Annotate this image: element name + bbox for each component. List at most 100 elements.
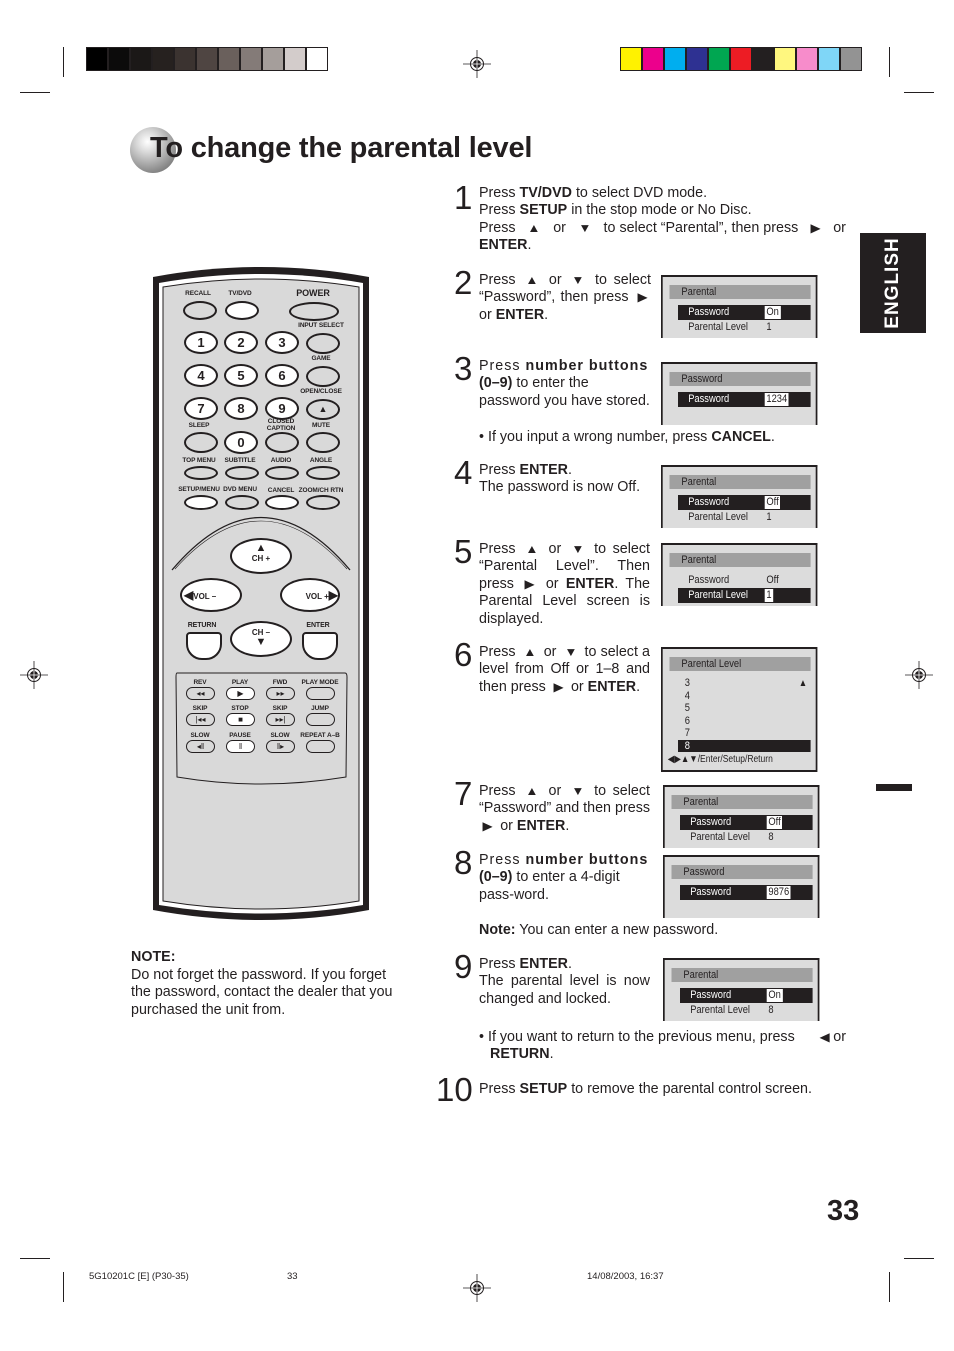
vol-minus-label: VOL – — [193, 592, 217, 601]
footer-page: 33 — [287, 1271, 298, 1282]
color-swatch — [709, 48, 729, 70]
dvd-menu-button[interactable] — [225, 495, 259, 510]
top-menu-button[interactable] — [184, 466, 218, 480]
step-number: 10 — [436, 1071, 473, 1108]
digit-5-button[interactable]: 5 — [224, 364, 258, 387]
osd-header: Parental — [669, 285, 811, 299]
osd-row-value: 1 — [766, 511, 772, 523]
fwd-button[interactable]: ▸▸ — [266, 687, 295, 700]
osd-row-value: 1234 — [764, 393, 789, 406]
osd-menu-row: Password On — [678, 305, 811, 320]
step-2-text: Press ▲ or ▼ to select “Password”, then … — [479, 272, 651, 323]
play-mode-button[interactable] — [306, 687, 335, 700]
osd-row-label: Parental Level — [688, 589, 748, 601]
digit-4-button[interactable]: 4 — [184, 364, 218, 387]
tvdvd-button[interactable] — [225, 301, 259, 320]
skip-fwd-button[interactable]: ▸▸| — [266, 713, 295, 726]
mute-button[interactable] — [306, 432, 340, 453]
osd-screen-parental: Parental Password On Parental Level 8 — [663, 958, 820, 1021]
slow-back-icon: ◂‖ — [196, 742, 205, 751]
pause-label: PAUSE — [229, 732, 251, 739]
right-arrow-icon: ▶ — [810, 220, 821, 235]
closed-caption-button[interactable] — [265, 432, 299, 453]
repeat-ab-button[interactable] — [306, 740, 335, 753]
color-swatch — [665, 48, 685, 70]
step-number: 9 — [454, 948, 473, 985]
color-swatch — [841, 48, 861, 70]
down-arrow-icon: ▼ — [563, 645, 578, 659]
enter-button[interactable] — [302, 632, 338, 660]
recall-button[interactable] — [183, 301, 217, 320]
digit-7-button[interactable]: 7 — [184, 397, 218, 420]
jump-button[interactable] — [306, 713, 335, 726]
note-heading: NOTE: — [131, 949, 176, 965]
osd-row-label: Parental Level — [690, 831, 750, 843]
angle-button[interactable] — [306, 466, 340, 480]
input-select-button[interactable] — [306, 333, 340, 354]
step-5-text: Press ▲ or ▼ to select “Parental Level”.… — [479, 541, 650, 627]
crop-mark — [20, 92, 50, 93]
zoom-ch-rtn-button[interactable] — [306, 495, 340, 510]
osd-menu-row: Password On — [680, 988, 813, 1003]
slow-back-button[interactable]: ◂‖ — [186, 740, 215, 753]
cancel-button[interactable] — [265, 495, 299, 510]
right-arrow-icon: ▶ — [524, 576, 535, 591]
setup-menu-button[interactable] — [184, 495, 218, 510]
pause-button[interactable]: ‖ — [226, 740, 255, 753]
osd-menu-row: Password 9876 — [680, 885, 813, 900]
page-title: To change the parental level — [150, 132, 533, 164]
vol-plus-button[interactable]: VOL +▶ — [280, 578, 340, 612]
game-button[interactable] — [306, 366, 340, 387]
parental-level-option: 7 — [684, 727, 691, 739]
digit-3-button[interactable]: 3 — [265, 331, 299, 354]
registration-target-icon — [905, 661, 933, 689]
crop-mark — [63, 47, 64, 77]
return-button[interactable] — [186, 632, 222, 660]
setup-menu-label: SETUP/MENU — [178, 486, 220, 493]
skip-back-button[interactable]: |◂◂ — [186, 713, 215, 726]
rev-button[interactable]: ◂◂ — [186, 687, 215, 700]
game-label: GAME — [311, 355, 331, 362]
digit-2-button[interactable]: 2 — [224, 331, 258, 354]
digit-1-button[interactable]: 1 — [184, 331, 218, 354]
cancel-label: CANCEL — [267, 487, 295, 494]
osd-navigation-hint: ◀▶▲▼/Enter/Setup/Return — [667, 754, 773, 765]
left-arrow-icon: ◀ — [184, 588, 194, 602]
osd-row-value: On — [766, 989, 783, 1002]
ch-plus-button[interactable]: ▲ CH + — [230, 538, 292, 574]
digit-0-button[interactable]: 0 — [224, 431, 258, 454]
audio-label: AUDIO — [270, 457, 292, 464]
osd-row-value: Off — [766, 816, 783, 829]
step-4-text: Press ENTER. The password is now Off. — [479, 462, 641, 496]
osd-screen-password: Password Password 9876 — [663, 855, 820, 918]
osd-row-value: Off — [766, 574, 779, 586]
osd-menu-row: Password 1234 — [678, 392, 811, 407]
digit-8-button[interactable]: 8 — [224, 397, 258, 420]
digit-6-button[interactable]: 6 — [265, 364, 299, 387]
vol-minus-button[interactable]: ◀VOL – — [180, 578, 242, 612]
audio-button[interactable] — [265, 466, 299, 480]
crop-mark — [889, 1272, 890, 1302]
down-arrow-icon: ▼ — [571, 542, 585, 556]
color-swatch — [753, 48, 773, 70]
sleep-button[interactable] — [184, 432, 218, 453]
osd-row-value: 9876 — [766, 886, 791, 899]
closed-caption-label-1: CLOSED — [267, 418, 295, 425]
osd-row-value: 8 — [768, 1004, 774, 1016]
repeat-ab-label: REPEAT A–B — [300, 732, 340, 739]
recall-label: RECALL — [185, 290, 211, 297]
up-arrow-icon: ▲ — [527, 220, 541, 235]
slow-fwd-button[interactable]: ‖▸ — [266, 740, 295, 753]
subtitle-button[interactable] — [225, 466, 259, 480]
input-select-label: INPUT SELECT — [298, 322, 344, 329]
page-number: 33 — [827, 1195, 860, 1227]
power-button[interactable] — [289, 302, 339, 321]
play-button[interactable]: ▶ — [226, 687, 255, 700]
stop-button[interactable]: ■ — [226, 713, 255, 726]
ch-minus-button[interactable]: CH – ▼ — [230, 621, 292, 657]
digit-9-button[interactable]: 9 — [265, 397, 299, 420]
open-close-button[interactable]: ▲ — [306, 399, 340, 420]
osd-row-label: Password — [688, 393, 730, 405]
up-arrow-icon: ▲ — [255, 542, 267, 554]
osd-row-label: Password — [690, 816, 732, 828]
